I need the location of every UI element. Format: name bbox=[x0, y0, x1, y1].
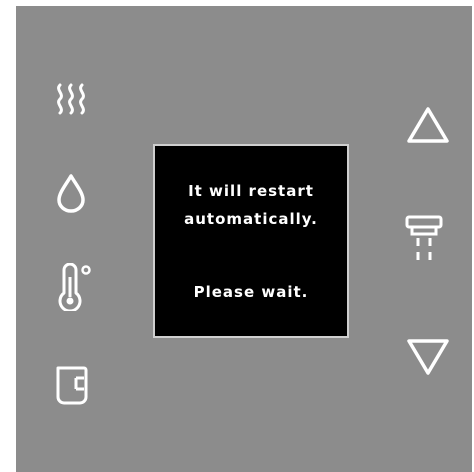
display-screen: It will restart automatically. Please wa… bbox=[153, 144, 349, 338]
arrow-up-icon[interactable] bbox=[405, 105, 451, 145]
arrow-down-icon[interactable] bbox=[405, 337, 451, 377]
thermometer-icon[interactable] bbox=[55, 263, 95, 311]
water-drop-icon[interactable] bbox=[55, 173, 87, 213]
message-line-2: automatically. bbox=[184, 210, 318, 228]
message-line-3: Please wait. bbox=[193, 283, 309, 301]
message-line-1: It will restart bbox=[188, 182, 314, 200]
dispenser-icon[interactable] bbox=[404, 214, 444, 264]
steam-icon[interactable] bbox=[52, 82, 90, 116]
cup-icon[interactable] bbox=[54, 364, 90, 406]
